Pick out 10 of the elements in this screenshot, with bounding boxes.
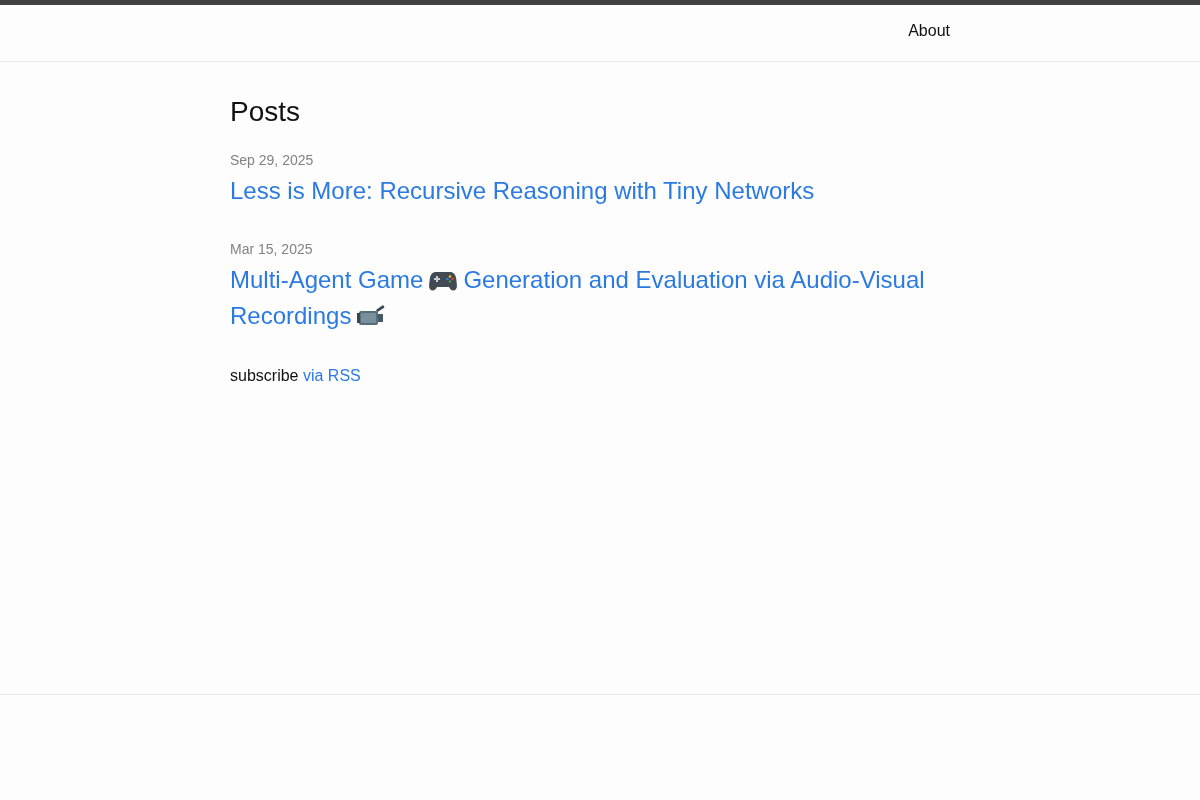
nav-link[interactable]: About [908,18,950,43]
post-title-link[interactable]: Less is More: Recursive Reasoning with Tiny Networks [230,173,970,209]
post-title-link[interactable]: Multi-Agent Game Generation and Evaluation via Audio-Visual Recordings [230,262,970,334]
video-camera-icon [357,303,386,327]
post-date: Sep 29, 2025 [230,151,315,170]
gamepad-icon [429,271,458,291]
post-date: Mar 15, 2025 [230,240,314,259]
rss-link[interactable]: via RSS [302,367,361,384]
page-heading: Posts [230,95,302,129]
subscribe-label: subscribe [230,367,299,384]
